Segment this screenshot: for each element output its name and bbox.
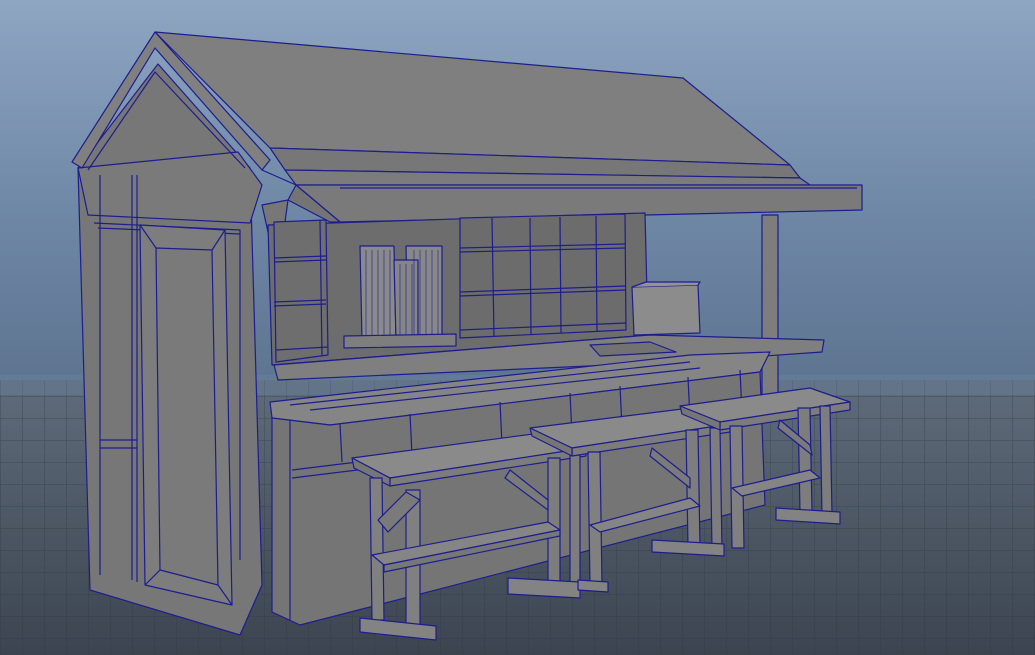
- left-shelves: [273, 219, 329, 363]
- 3d-viewport[interactable]: [0, 0, 1035, 655]
- box: [631, 284, 701, 336]
- right-post: [761, 214, 779, 399]
- scene-svg: [0, 0, 1035, 655]
- right-shelves: [459, 213, 627, 339]
